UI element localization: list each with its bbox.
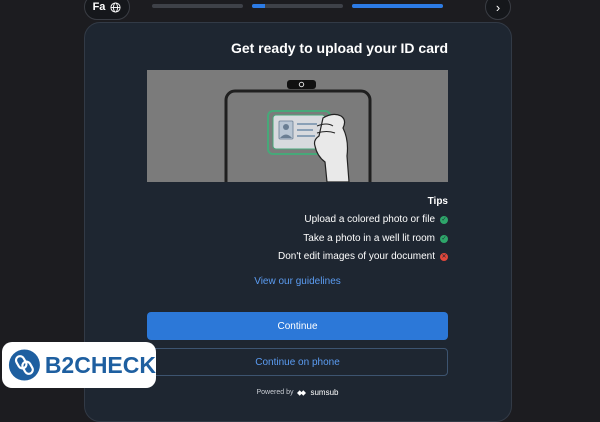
tips-heading: Tips [427,196,448,207]
chevron-right-icon: › [495,0,501,15]
b2check-watermark: B2CHECK [2,342,156,388]
continue-button[interactable]: Continue [147,312,448,340]
b2check-text: B2CHECK [44,351,156,378]
tip-text: Take a photo in a well lit room [303,233,435,244]
language-selector[interactable]: Fa [84,0,130,20]
next-button[interactable]: › [485,0,511,20]
view-guidelines-link[interactable]: View our guidelines [147,276,448,287]
progress-step-2 [252,4,343,8]
powered-by-label: Powered by [256,389,294,396]
tip-item: Upload a colored photo or file ✓ [200,214,448,225]
b2check-chain-logo-icon [8,349,40,381]
sumsub-logo-icon [297,389,307,396]
tip-item: Don't edit images of your document ✕ [200,251,448,262]
page-title: Get ready to upload your ID card [230,40,448,56]
check-circle-icon: ✓ [440,215,448,224]
id-card-illustration [147,70,448,182]
continue-on-phone-button[interactable]: Continue on phone [147,348,448,376]
tip-item: Take a photo in a well lit room ✓ [200,233,448,244]
progress-step-3-fill [352,4,443,8]
tip-text: Upload a colored photo or file [304,214,435,225]
sumsub-brand: sumsub [310,388,339,397]
globe-icon [110,1,121,13]
tip-text: Don't edit images of your document [278,251,435,262]
progress-step-2-fill [252,4,265,8]
progress-step-1 [152,4,243,8]
language-code: Fa [92,1,106,13]
cross-circle-icon: ✕ [440,252,448,261]
check-circle-icon: ✓ [440,234,448,243]
progress-step-3 [352,4,443,8]
hand-holding-id-card-icon [224,80,372,182]
powered-by-footer: Powered by sumsub [147,388,448,397]
